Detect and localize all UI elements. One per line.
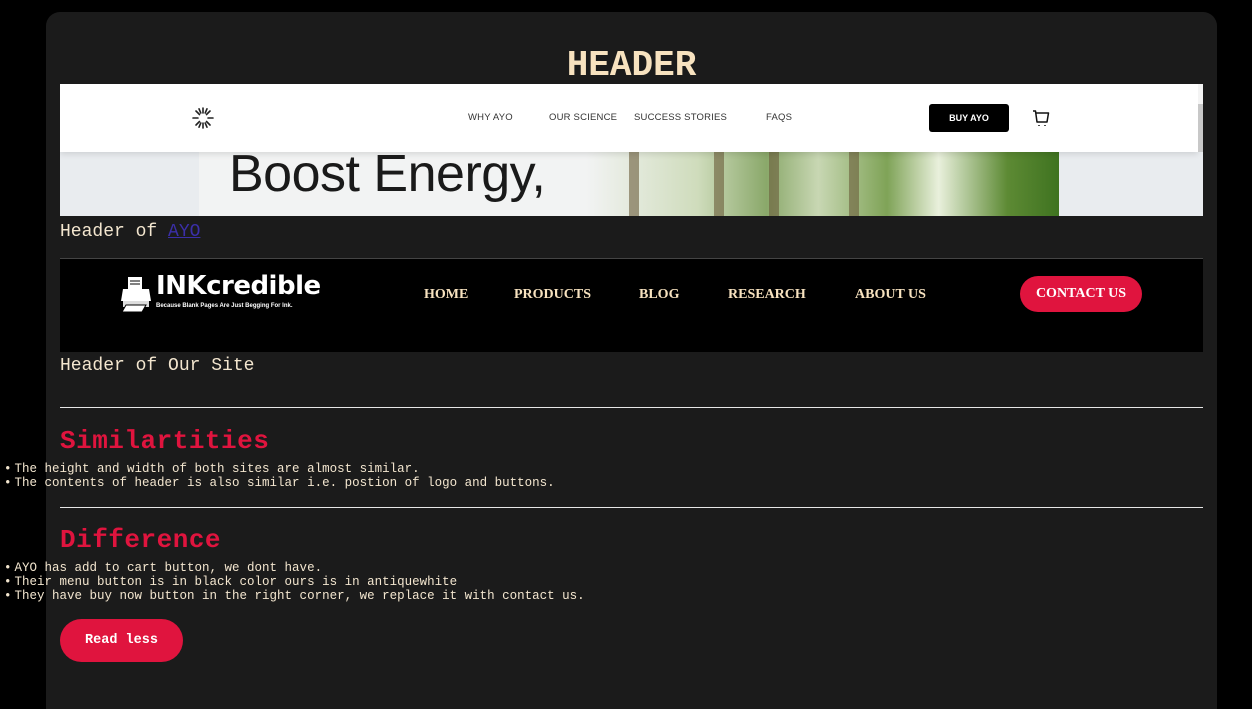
ours-logo[interactable]: INKcredible Because Blank Pages Are Just… — [120, 271, 360, 315]
ayo-buy-button[interactable]: BUY AYO — [929, 104, 1009, 132]
ours-nav-research[interactable]: RESEARCH — [728, 287, 806, 303]
sunburst-logo-icon — [192, 107, 214, 129]
ayo-hero-headline: Boost Energy, — [229, 152, 546, 203]
ayo-nav-why-ayo[interactable]: WHY AYO — [468, 112, 513, 123]
ayo-link[interactable]: AYO — [168, 222, 200, 242]
ayo-nav-faqs[interactable]: FAQS — [766, 112, 792, 123]
list-item: AYO has add to cart button, we dont have… — [0, 561, 585, 575]
our-header-preview: INKcredible Because Blank Pages Are Just… — [60, 258, 1203, 352]
ours-caption: Header of Our Site — [60, 356, 255, 376]
ayo-nav-bar: WHY AYO OUR SCIENCE SUCCESS STORIES FAQS… — [60, 84, 1198, 152]
ours-brand-name: INKcredible — [156, 271, 321, 301]
divider — [60, 407, 1203, 408]
list-item: They have buy now button in the right co… — [0, 589, 585, 603]
ayo-scrollbar[interactable] — [1198, 84, 1203, 152]
ours-nav-about-us[interactable]: ABOUT US — [855, 287, 926, 303]
ayo-header-screenshot: WHY AYO OUR SCIENCE SUCCESS STORIES FAQS… — [60, 84, 1203, 216]
ayo-nav-success-stories[interactable]: SUCCESS STORIES — [634, 112, 727, 123]
similarities-heading: Similartities — [60, 426, 270, 456]
printer-icon — [121, 277, 151, 313]
difference-list: AYO has add to cart button, we dont have… — [0, 561, 585, 603]
divider — [60, 507, 1203, 508]
ayo-hero-image: Boost Energy, — [199, 152, 1059, 216]
ours-nav-products[interactable]: PRODUCTS — [514, 287, 591, 303]
ours-nav-home[interactable]: HOME — [424, 287, 468, 303]
read-less-button[interactable]: Read less — [60, 619, 183, 662]
cart-icon[interactable] — [1032, 108, 1050, 128]
ours-tagline: Because Blank Pages Are Just Begging For… — [156, 303, 293, 309]
list-item: The height and width of both sites are a… — [0, 462, 555, 476]
ours-nav-blog[interactable]: BLOG — [639, 287, 679, 303]
difference-heading: Difference — [60, 525, 222, 555]
ayo-caption: Header of AYO — [60, 222, 201, 242]
list-item: Their menu button is in black color ours… — [0, 575, 585, 589]
page-title: HEADER — [566, 45, 697, 86]
list-item: The contents of header is also similar i… — [0, 476, 555, 490]
similarities-list: The height and width of both sites are a… — [0, 462, 555, 490]
ours-contact-button[interactable]: CONTACT US — [1020, 276, 1142, 312]
ayo-nav-our-science[interactable]: OUR SCIENCE — [549, 112, 617, 123]
